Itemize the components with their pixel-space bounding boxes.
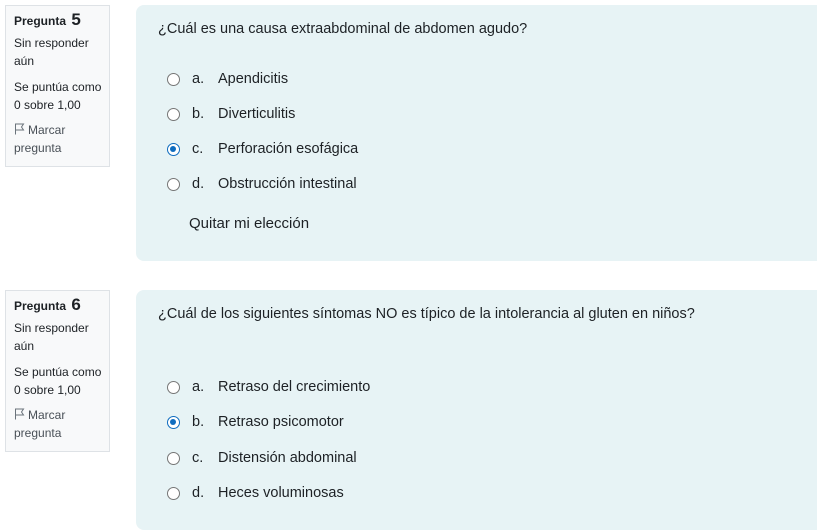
answer-option-a[interactable]: a. Retraso del crecimiento xyxy=(167,377,370,397)
answer-option-a[interactable]: a. Apendicitis xyxy=(167,69,288,89)
option-letter: b. xyxy=(192,106,205,122)
question-content-5: ¿Cuál es una causa extraabdominal de abd… xyxy=(136,5,817,261)
radio-button[interactable] xyxy=(167,486,180,500)
answer-option-b[interactable]: b. Diverticulitis xyxy=(167,104,295,124)
question-label: Pregunta xyxy=(14,299,67,313)
answer-option-c[interactable]: c. Perforación esofágica xyxy=(167,139,358,159)
radio-button[interactable] xyxy=(167,107,180,121)
radio-button[interactable] xyxy=(167,415,180,429)
clear-choice-link[interactable]: Quitar mi elección xyxy=(189,215,309,232)
option-label: Heces voluminosas xyxy=(218,485,344,501)
question-number: Pregunta 6 xyxy=(14,295,102,316)
question-state: Sin responder aún xyxy=(14,320,89,354)
answer-option-c[interactable]: c. Distensión abdominal xyxy=(167,448,357,468)
option-letter: a. xyxy=(192,379,205,395)
option-letter: c. xyxy=(192,450,204,466)
option-label: Obstrucción intestinal xyxy=(218,176,357,192)
option-letter: d. xyxy=(192,485,205,501)
option-label: Distensión abdominal xyxy=(218,450,357,466)
option-letter: a. xyxy=(192,71,205,87)
option-label: Perforación esofágica xyxy=(218,141,359,157)
flag-question-button[interactable]: Marcar pregunta xyxy=(14,121,102,158)
radio-button[interactable] xyxy=(167,72,180,86)
flag-question-button[interactable]: Marcar pregunta xyxy=(14,406,102,443)
question-info-5: Pregunta 5 Sin responder aún Se puntúa c… xyxy=(5,5,110,167)
question-grade: Se puntúa como 0 sobre 1,00 xyxy=(14,79,102,113)
question-grade: Se puntúa como 0 sobre 1,00 xyxy=(14,364,102,398)
answer-option-b[interactable]: b. Retraso psicomotor xyxy=(167,412,344,432)
question-label: Pregunta xyxy=(14,14,67,28)
option-letter: b. xyxy=(192,414,205,430)
question-text: ¿Cuál de los siguientes síntomas NO es t… xyxy=(158,306,695,322)
radio-button[interactable] xyxy=(167,380,180,394)
question-state: Sin responder aún xyxy=(14,35,89,69)
radio-button[interactable] xyxy=(167,451,180,465)
option-letter: d. xyxy=(192,176,205,192)
question-number-value: 5 xyxy=(71,10,81,29)
question-number: Pregunta 5 xyxy=(14,10,102,31)
option-label: Diverticulitis xyxy=(218,106,296,122)
flag-icon xyxy=(15,123,25,134)
radio-button[interactable] xyxy=(167,142,180,156)
option-label: Apendicitis xyxy=(218,71,289,87)
option-label: Retraso psicomotor xyxy=(218,414,344,430)
question-number-value: 6 xyxy=(71,295,81,314)
answer-option-d[interactable]: d. Heces voluminosas xyxy=(167,483,344,503)
question-content-6: ¿Cuál de los siguientes síntomas NO es t… xyxy=(136,290,817,530)
flag-icon xyxy=(15,408,25,419)
question-info-6: Pregunta 6 Sin responder aún Se puntúa c… xyxy=(5,290,110,452)
option-letter: c. xyxy=(192,141,204,157)
question-text: ¿Cuál es una causa extraabdominal de abd… xyxy=(158,21,528,37)
option-label: Retraso del crecimiento xyxy=(218,379,371,395)
answer-option-d[interactable]: d. Obstrucción intestinal xyxy=(167,174,357,194)
radio-button[interactable] xyxy=(167,177,180,191)
